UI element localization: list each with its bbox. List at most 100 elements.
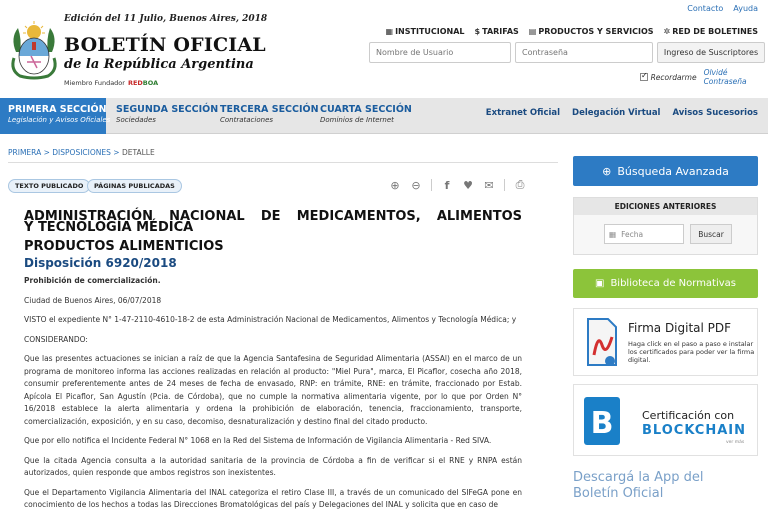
book-icon: ▣ (594, 278, 605, 289)
article-paragraph: Ciudad de Buenos Aires, 06/07/2018 (24, 295, 162, 305)
nav-cuarta-seccion[interactable]: CUARTA SECCIÓN Dominios de Internet (312, 98, 420, 134)
username-input[interactable] (369, 42, 511, 63)
tarifas-label: TARIFAS (482, 27, 519, 36)
cert-line2: BLOCKCHAIN (642, 423, 747, 438)
red-boletines-link[interactable]: ✲ RED DE BOLETINES (664, 27, 758, 36)
nav-cuarta-sub: Dominios de Internet (320, 116, 394, 124)
dollar-icon: $ (474, 27, 481, 36)
texto-publicado-tab[interactable]: TEXTO PUBLICADO (8, 179, 91, 193)
buscar-button[interactable]: Buscar (690, 224, 732, 244)
share-icon: ✲ (663, 27, 671, 36)
productos-link[interactable]: ▤ PRODUCTOS Y SERVICIOS (529, 27, 654, 36)
article-tools: ⊕ ⊖ f ♥ ✉ ⎙ (389, 178, 526, 192)
article-paragraph: Que la citada Agencia consulta a la auto… (24, 455, 522, 478)
pdf-icon (587, 318, 617, 366)
article-lead: Prohibición de comercialización. (24, 276, 161, 285)
app-line1: Descargá la App del (573, 470, 704, 485)
contacto-link[interactable]: Contacto (687, 4, 723, 13)
twitter-icon[interactable]: ♥ (462, 179, 474, 192)
ayuda-link[interactable]: Ayuda (733, 4, 758, 13)
breadcrumb-current: DETALLE (121, 148, 155, 157)
print-icon[interactable]: ⎙ (514, 178, 526, 192)
miembro-fundador: Miembro Fundador REDBOA (64, 79, 158, 87)
redboa-logo[interactable]: REDBOA (128, 79, 158, 87)
nav-cuarta-title: CUARTA SECCIÓN (320, 104, 412, 115)
biblioteca-label: Biblioteca de Normativas (610, 278, 737, 289)
breadcrumb-sep: > (43, 148, 50, 157)
breadcrumb-primera[interactable]: PRIMERA (8, 148, 41, 157)
blockchain-banner[interactable]: B Certificación con BLOCKCHAIN ver más (573, 384, 758, 456)
ver-mas-link[interactable]: ver más (726, 440, 744, 445)
institucional-label: INSTITUCIONAL (395, 27, 465, 36)
article-paragraph: Que por ello notifica el Incidente Feder… (24, 436, 492, 445)
search-icon: ⊕ (602, 164, 612, 178)
top-links: Contacto Ayuda (687, 4, 758, 13)
email-icon[interactable]: ✉ (483, 179, 495, 192)
subscriber-login-button[interactable]: Ingreso de Suscriptores (657, 42, 765, 63)
firma-text: Haga click en el paso a paso e instalar … (628, 340, 755, 364)
nav-primera-title: PRIMERA SECCIÓN (8, 104, 107, 115)
forgot-password-link[interactable]: Olvidé Contraseña (704, 68, 768, 86)
app-line2: Boletín Oficial (573, 486, 664, 501)
remember-row: Recordarme Olvidé Contraseña (640, 68, 768, 86)
zoom-in-icon[interactable]: ⊕ (389, 179, 401, 192)
firma-digital-banner[interactable]: Firma Digital PDF Haga click en el paso … (573, 308, 758, 376)
red-boletines-label: RED DE BOLETINES (672, 27, 758, 36)
facebook-icon[interactable]: f (441, 179, 453, 192)
firma-title: Firma Digital PDF (628, 321, 732, 335)
tools-divider (504, 179, 505, 191)
blockchain-icon: B (584, 397, 620, 445)
calendar-icon: ▦ (609, 229, 617, 239)
breadcrumb-disposiciones[interactable]: DISPOSICIONES (52, 148, 111, 157)
article-paragraph: Que el Departamento Vigilancia Alimentar… (24, 487, 522, 510)
article-disposition-number: Disposición 6920/2018 (24, 256, 177, 270)
date-placeholder: Fecha (621, 229, 644, 239)
miembro-label: Miembro Fundador (64, 79, 125, 87)
remember-label: Recordarme (650, 72, 697, 82)
nav-tercera-seccion[interactable]: TERCERA SECCIÓN Contrataciones (212, 98, 327, 134)
redboa-red: RED (127, 79, 143, 87)
section-nav: PRIMERA SECCIÓN Legislación y Avisos Ofi… (0, 98, 768, 134)
ediciones-form: ▦ Fecha Buscar (604, 224, 732, 244)
nav-right-links: Extranet Oficial Delegación Virtual Avis… (486, 108, 758, 118)
date-input[interactable]: ▦ Fecha (604, 224, 684, 244)
ediciones-anteriores-box: EDICIONES ANTERIORES ▦ Fecha Buscar (573, 197, 758, 255)
advanced-search-button[interactable]: ⊕ Búsqueda Avanzada (573, 156, 758, 186)
productos-label: PRODUCTOS Y SERVICIOS (538, 27, 654, 36)
app-download[interactable]: Descargá la App del Boletín Oficial (573, 470, 758, 502)
cert-line1: Certificación con (642, 409, 735, 422)
tarifas-link[interactable]: $ TARIFAS (475, 27, 519, 36)
breadcrumb: PRIMERA > DISPOSICIONES > DETALLE (8, 148, 155, 157)
main-links: ▦ INSTITUCIONAL $ TARIFAS ▤ PRODUCTOS Y SER… (386, 27, 758, 36)
paginas-publicadas-tab[interactable]: PÁGINAS PUBLICADAS (87, 179, 182, 193)
avisos-sucesorios-link[interactable]: Avisos Sucesorios (672, 108, 758, 118)
tools-divider (431, 179, 432, 191)
building-icon: ▦ (385, 27, 394, 36)
extranet-link[interactable]: Extranet Oficial (486, 108, 560, 118)
article-paragraph: CONSIDERANDO: (24, 334, 88, 344)
zoom-out-icon[interactable]: ⊖ (410, 179, 422, 192)
nav-tercera-sub: Contrataciones (220, 116, 274, 124)
nav-segunda-seccion[interactable]: SEGUNDA SECCIÓN Sociedades (108, 98, 226, 134)
nav-tercera-title: TERCERA SECCIÓN (220, 104, 319, 115)
cart-icon: ▤ (528, 27, 537, 36)
remember-checkbox[interactable] (640, 71, 648, 81)
article-paragraph: VISTO el expediente N° 1-47-2110-4610-18… (24, 315, 517, 324)
breadcrumb-sep: > (113, 148, 120, 157)
nav-primera-sub: Legislación y Avisos Oficiales (8, 116, 111, 124)
site-subtitle: de la República Argentina (64, 57, 254, 72)
redboa-boa: BOA (142, 79, 159, 87)
login-form: Ingreso de Suscriptores (369, 42, 765, 63)
site-title[interactable]: BOLETÍN OFICIAL (64, 34, 266, 56)
biblioteca-button[interactable]: ▣ Biblioteca de Normativas (573, 269, 758, 298)
nav-primera-seccion[interactable]: PRIMERA SECCIÓN Legislación y Avisos Ofi… (0, 98, 111, 134)
divider (8, 162, 558, 163)
delegacion-link[interactable]: Delegación Virtual (572, 108, 660, 118)
institucional-link[interactable]: ▦ INSTITUCIONAL (386, 27, 465, 36)
site-header: Edición del 11 Julio, Buenos Aires, 2018… (0, 0, 768, 98)
nav-segunda-sub: Sociedades (116, 116, 156, 124)
edition-date: Edición del 11 Julio, Buenos Aires, 2018 (64, 14, 268, 24)
password-input[interactable] (515, 42, 653, 63)
nav-segunda-title: SEGUNDA SECCIÓN (116, 104, 219, 115)
coat-of-arms-icon (11, 21, 57, 80)
